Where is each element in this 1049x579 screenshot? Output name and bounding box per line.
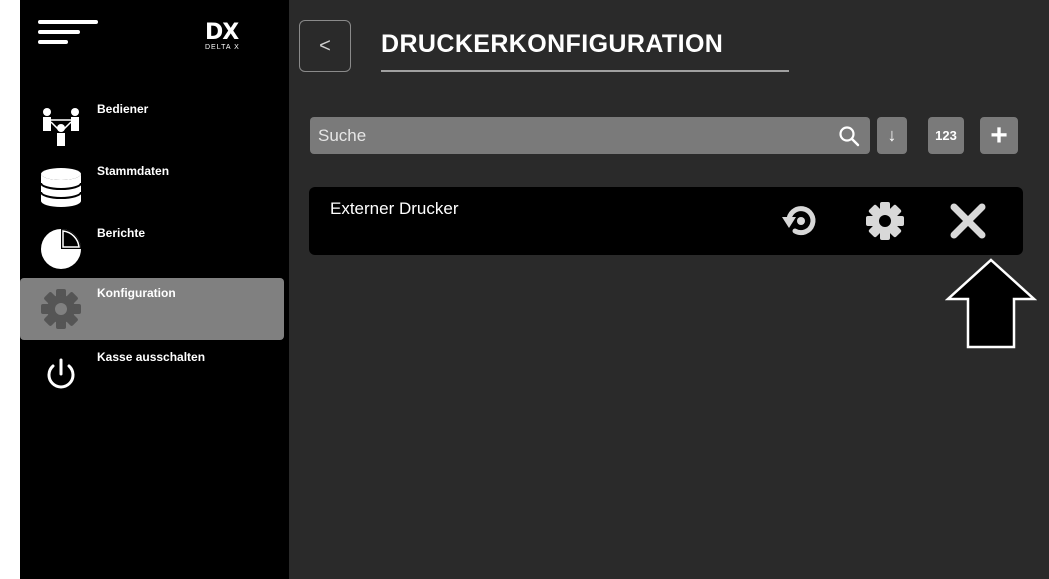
reset-icon[interactable]: [779, 199, 823, 243]
search-bar: [310, 117, 870, 154]
sidebar-item-kasse-ausschalten[interactable]: Kasse ausschalten: [20, 342, 284, 404]
sidebar-item-label: Konfiguration: [97, 286, 176, 300]
logo-text: DELTA X: [205, 44, 240, 51]
power-icon: [47, 358, 75, 389]
sidebar-item-label: Berichte: [97, 226, 146, 240]
sidebar-item-stammdaten[interactable]: Stammdaten: [20, 156, 284, 218]
logo-mark: DX: [205, 20, 239, 45]
sort-button[interactable]: ↓: [877, 117, 907, 154]
printer-name: Externer Drucker: [330, 199, 459, 218]
sidebar-item-label: Bediener: [97, 102, 149, 116]
sidebar-item-label: Stammdaten: [97, 164, 170, 178]
sidebar-item-bediener[interactable]: Bediener: [20, 94, 284, 156]
page-title: DRUCKERKONFIGURATION: [381, 30, 724, 58]
delete-icon[interactable]: [946, 199, 990, 243]
app-window: DX DELTA X Bediener Stammdaten Berichte …: [20, 0, 1049, 579]
sidebar-item-berichte[interactable]: Berichte: [20, 218, 284, 280]
outline-up-arrow-icon: [945, 258, 1037, 349]
settings-icon[interactable]: [863, 199, 907, 243]
search-icon[interactable]: [838, 125, 860, 147]
sidebar-item-label: Kasse ausschalten: [97, 350, 206, 364]
chevron-left-icon: <: [319, 35, 331, 57]
users-icon: [43, 108, 79, 146]
search-input[interactable]: [310, 117, 830, 154]
list-item[interactable]: Externer Drucker: [309, 187, 1023, 255]
title-underline: [381, 70, 789, 72]
sidebar-item-konfiguration[interactable]: Konfiguration: [20, 278, 284, 340]
main-panel: < DRUCKERKONFIGURATION ↓ 123 + Externer …: [289, 0, 1049, 579]
gear-icon: [41, 289, 81, 329]
back-button[interactable]: <: [299, 20, 351, 72]
numeric-sort-button[interactable]: 123: [928, 117, 964, 154]
hamburger-menu-icon[interactable]: [38, 20, 98, 50]
delta-x-logo: DX DELTA X: [205, 22, 255, 56]
database-icon: [40, 168, 82, 207]
sidebar: DX DELTA X Bediener Stammdaten Berichte …: [20, 0, 289, 579]
pie-chart-icon: [41, 229, 81, 269]
add-printer-button[interactable]: +: [980, 117, 1018, 154]
